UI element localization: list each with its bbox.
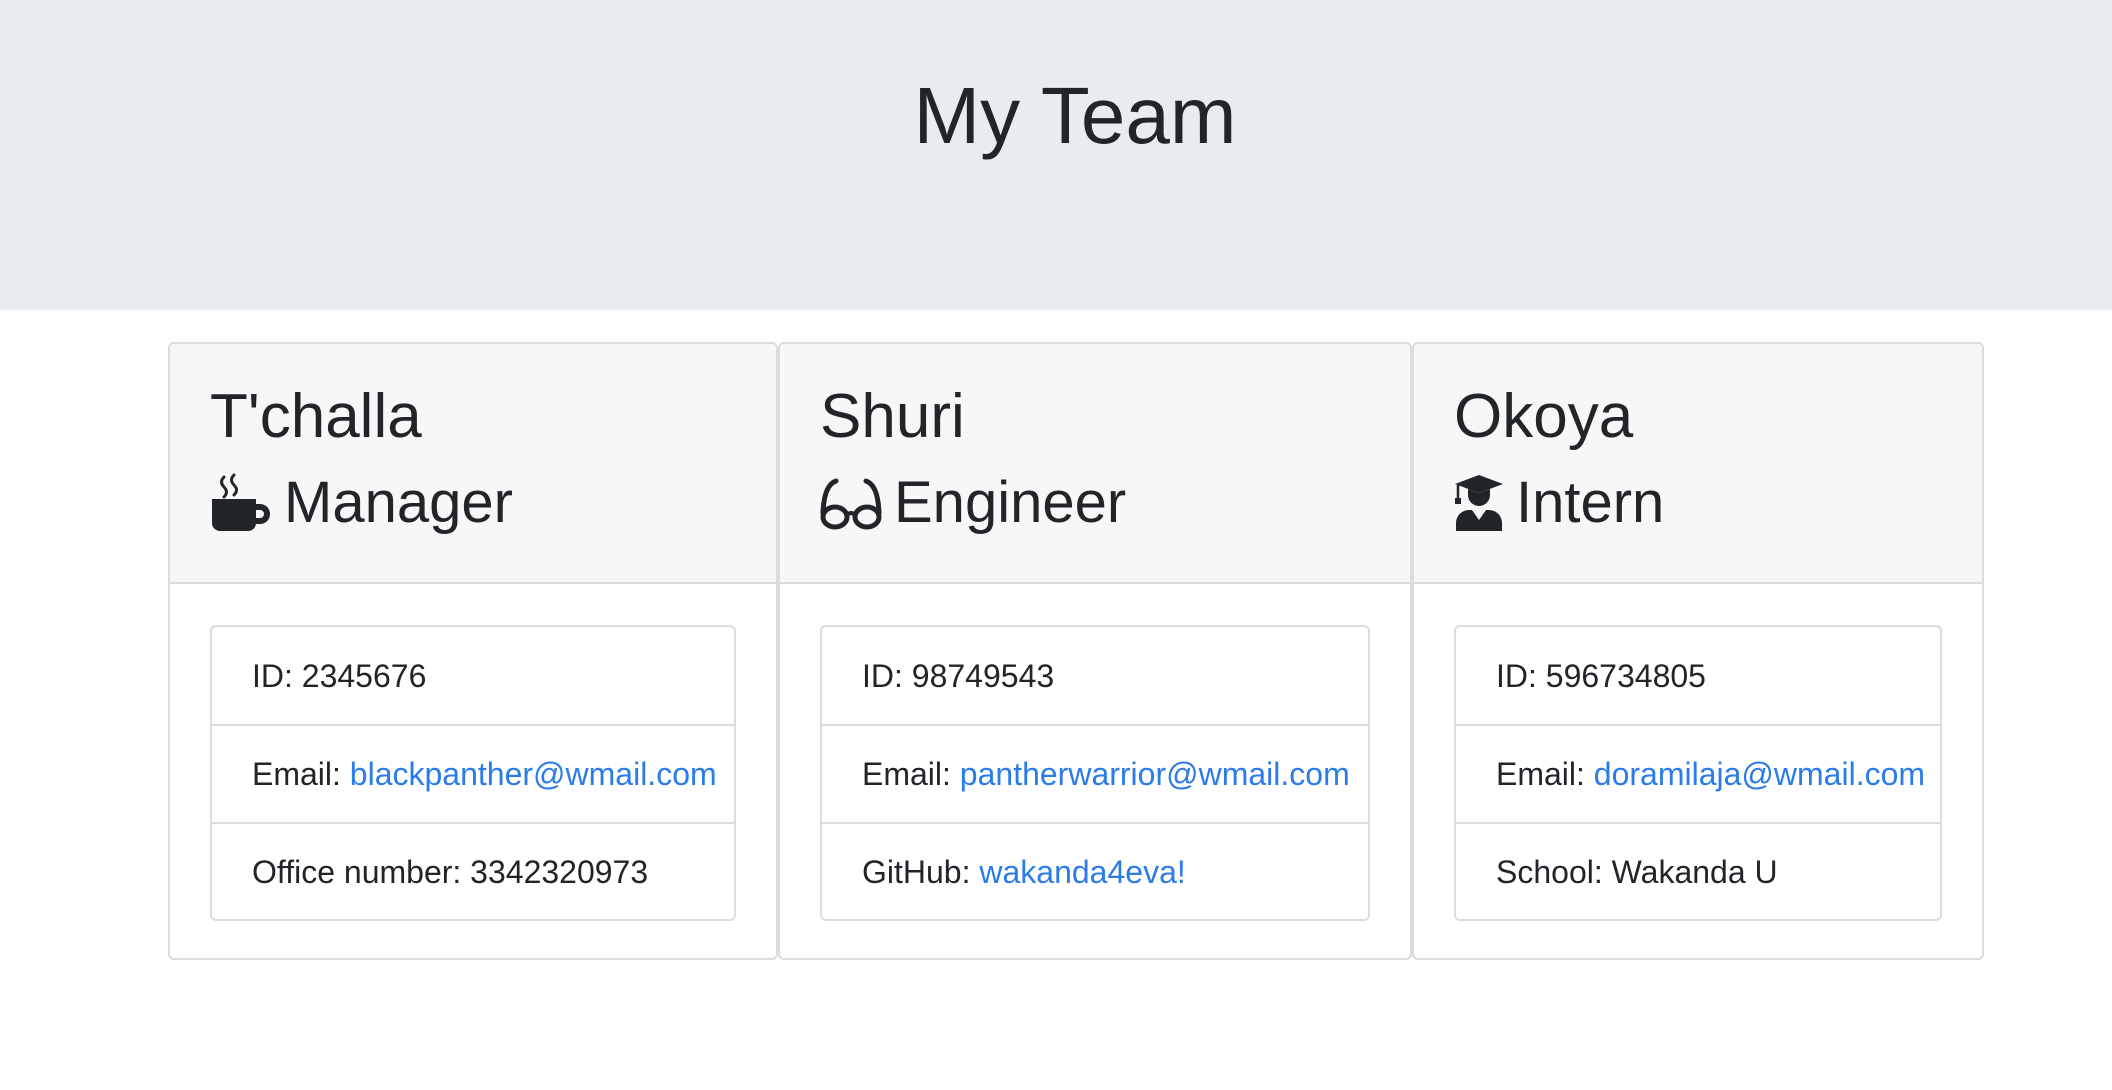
employee-role: Intern — [1454, 468, 1664, 538]
details-list: ID: 596734805 Email: doramilaja@wmail.co… — [1454, 625, 1942, 921]
id-label: ID: — [862, 657, 912, 694]
page-title: My Team — [913, 71, 1237, 160]
glasses-icon — [820, 473, 882, 533]
office-number-label: Office number: — [252, 853, 471, 890]
school-value: Wakanda U — [1611, 853, 1778, 890]
email-label: Email: — [1496, 755, 1594, 792]
id-value: 98749543 — [911, 657, 1055, 694]
email-label: Email: — [862, 755, 960, 792]
card-header: T'challa Manager — [170, 344, 776, 584]
list-item-school: School: Wakanda U — [1456, 822, 1940, 919]
id-value: 2345676 — [301, 657, 427, 694]
github-link[interactable]: wakanda4eva! — [979, 854, 1185, 891]
graduate-icon — [1454, 473, 1504, 533]
role-label: Engineer — [894, 470, 1127, 535]
employee-name: Okoya — [1454, 382, 1634, 451]
school-label: School: — [1496, 853, 1612, 890]
email-link[interactable]: doramilaja@wmail.com — [1594, 756, 1925, 793]
card-header: Shuri Engineer — [780, 344, 1410, 584]
list-item-office-number: Office number: 3342320973 — [212, 822, 734, 919]
email-link[interactable]: blackpanther@wmail.com — [350, 756, 717, 793]
github-label: GitHub: — [862, 853, 980, 890]
list-item-email: Email: pantherwarrior@wmail.com — [822, 724, 1368, 822]
id-value: 596734805 — [1545, 657, 1706, 694]
employee-card-intern: Okoya Intern ID: 596734805 Email: dorami… — [1412, 342, 1984, 960]
mug-icon — [210, 473, 272, 533]
office-number-value: 3342320973 — [470, 853, 649, 890]
employee-name: Shuri — [820, 382, 965, 451]
card-header: Okoya Intern — [1414, 344, 1982, 584]
list-item-email: Email: doramilaja@wmail.com — [1456, 724, 1940, 822]
list-item-id: ID: 98749543 — [822, 627, 1368, 725]
id-label: ID: — [252, 657, 302, 694]
details-list: ID: 98749543 Email: pantherwarrior@wmail… — [820, 625, 1370, 921]
list-item-id: ID: 2345676 — [212, 627, 734, 725]
role-label: Manager — [284, 470, 513, 535]
employee-card-manager: T'challa Manager ID: 2345676 Email: blac… — [168, 342, 778, 960]
header-banner: My Team — [0, 0, 2112, 310]
employee-name: T'challa — [210, 382, 422, 451]
email-link[interactable]: pantherwarrior@wmail.com — [960, 756, 1350, 793]
email-label: Email: — [252, 755, 350, 792]
employee-card-engineer: Shuri Engineer ID: 98749543 Email: panth… — [778, 342, 1412, 960]
role-label: Intern — [1516, 470, 1665, 535]
list-item-github: GitHub: wakanda4eva! — [822, 822, 1368, 919]
details-list: ID: 2345676 Email: blackpanther@wmail.co… — [210, 625, 736, 921]
employee-role: Manager — [210, 468, 513, 538]
list-item-email: Email: blackpanther@wmail.com — [212, 724, 734, 822]
id-label: ID: — [1496, 657, 1546, 694]
employee-role: Engineer — [820, 468, 1126, 538]
list-item-id: ID: 596734805 — [1456, 627, 1940, 725]
